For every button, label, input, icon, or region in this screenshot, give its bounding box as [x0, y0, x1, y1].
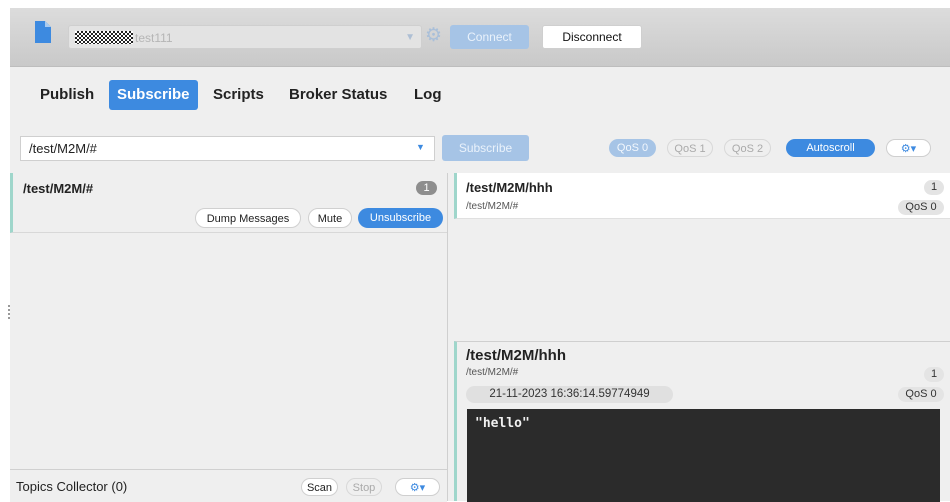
subscription-topic: /test/M2M/# — [23, 181, 94, 196]
connect-button[interactable]: Connect — [450, 25, 529, 49]
file-icon — [35, 21, 51, 43]
message-list: /test/M2M/hhh /test/M2M/# 1 QoS 0 — [454, 173, 950, 338]
message-payload[interactable]: "hello" — [467, 409, 940, 502]
message-number-badge: 1 — [924, 180, 944, 195]
message-list-item[interactable]: /test/M2M/hhh /test/M2M/# 1 QoS 0 — [454, 173, 950, 219]
connection-profile-select[interactable]: test111 ▼ — [68, 25, 422, 49]
chevron-down-icon: ▼ — [405, 32, 415, 43]
subscribe-button[interactable]: Subscribe — [442, 135, 529, 161]
subscribe-options-gear-icon[interactable]: ⚙▾ — [886, 139, 931, 157]
message-topic: /test/M2M/hhh — [466, 180, 553, 195]
message-subscription: /test/M2M/# — [466, 201, 519, 212]
tab-scripts[interactable]: Scripts — [213, 80, 264, 110]
detail-timestamp: 21-11-2023 16:36:14.59774949 — [466, 386, 673, 403]
masked-host-redaction — [75, 31, 133, 44]
qos0-toggle[interactable]: QoS 0 — [609, 139, 656, 157]
subscription-count-badge: 1 — [416, 181, 437, 195]
topic-history-dropdown-icon[interactable]: ▼ — [416, 142, 425, 152]
autoscroll-toggle[interactable]: Autoscroll — [786, 139, 875, 157]
tab-publish[interactable]: Publish — [40, 80, 94, 110]
scan-button[interactable]: Scan — [301, 478, 338, 496]
topics-collector: Topics Collector (0) Scan Stop ⚙▾ — [10, 469, 447, 502]
subscribe-topic-input[interactable]: /test/M2M/# — [20, 136, 435, 161]
tab-subscribe[interactable]: Subscribe — [109, 80, 198, 110]
dump-messages-button[interactable]: Dump Messages — [195, 208, 301, 228]
stop-button[interactable]: Stop — [346, 478, 382, 496]
subscription-item[interactable]: /test/M2M/# 1 Dump Messages Mute Unsubsc… — [10, 173, 447, 233]
detail-number-badge: 1 — [924, 367, 944, 382]
mute-button[interactable]: Mute — [308, 208, 352, 228]
splitter-handle[interactable] — [8, 305, 12, 319]
tab-log[interactable]: Log — [414, 80, 442, 110]
message-detail-panel: /test/M2M/hhh /test/M2M/# 1 21-11-2023 1… — [454, 341, 950, 502]
detail-subscription: /test/M2M/# — [466, 367, 519, 378]
topics-collector-title: Topics Collector (0) — [16, 479, 128, 494]
tab-broker-status[interactable]: Broker Status — [289, 80, 387, 110]
collector-options-gear-icon[interactable]: ⚙▾ — [395, 478, 440, 496]
mqtt-client-window: test111 ▼ ⚙ Connect Disconnect Publish S… — [8, 8, 950, 502]
detail-topic: /test/M2M/hhh — [466, 347, 566, 364]
connection-profile-name: test111 — [135, 31, 173, 45]
qos2-toggle[interactable]: QoS 2 — [724, 139, 771, 157]
connection-toolbar: test111 ▼ ⚙ Connect Disconnect — [10, 8, 950, 67]
qos1-toggle[interactable]: QoS 1 — [667, 139, 713, 157]
detail-qos-badge: QoS 0 — [898, 387, 944, 402]
unsubscribe-button[interactable]: Unsubscribe — [358, 208, 443, 228]
disconnect-button[interactable]: Disconnect — [542, 25, 642, 49]
subscriptions-panel: /test/M2M/# 1 Dump Messages Mute Unsubsc… — [8, 173, 448, 502]
message-qos-badge: QoS 0 — [898, 200, 944, 215]
connection-settings-gear-icon[interactable]: ⚙ — [425, 25, 442, 47]
